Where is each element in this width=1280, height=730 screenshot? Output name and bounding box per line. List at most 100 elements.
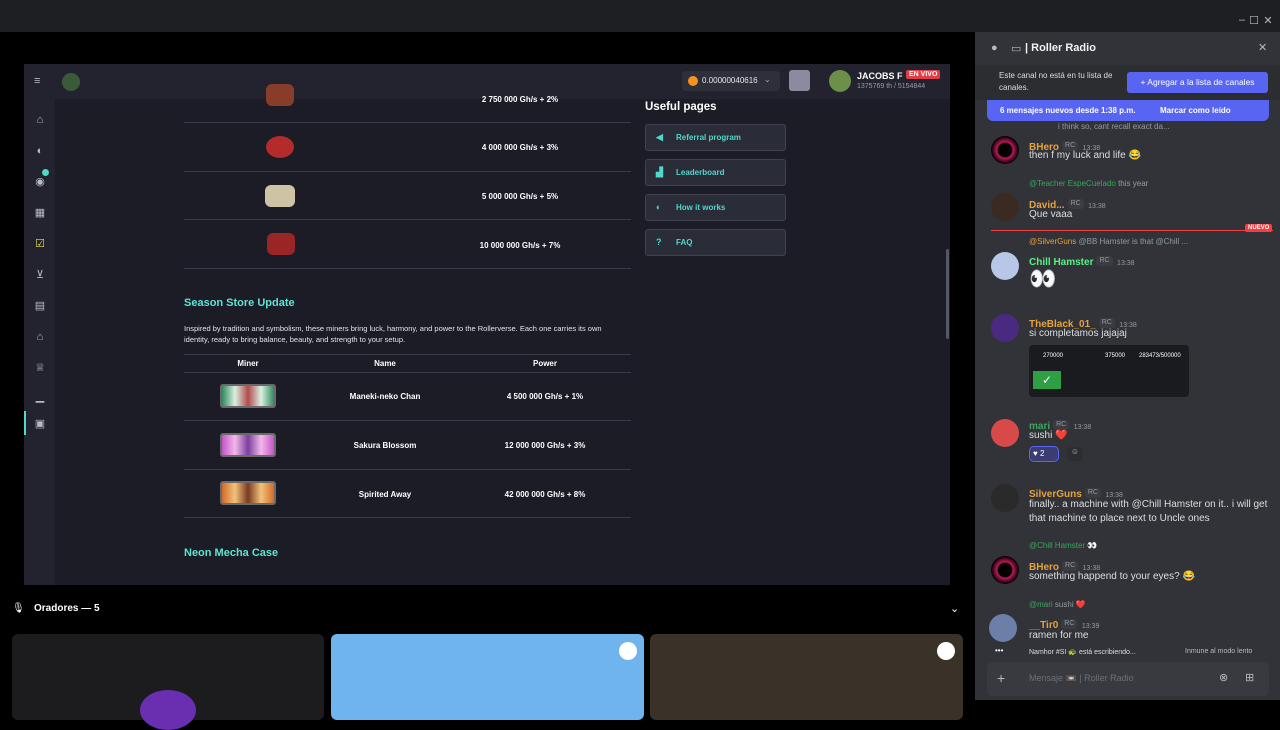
question-icon: ? xyxy=(656,237,662,247)
wallet-button[interactable] xyxy=(789,70,810,91)
plus-icon[interactable]: + xyxy=(997,670,1005,686)
speaker-tile[interactable] xyxy=(650,634,963,720)
miner-power: 12 000 000 Gh/s + 3% xyxy=(504,441,586,450)
avatar[interactable] xyxy=(991,252,1019,280)
balance-value: 0.00000040616 xyxy=(702,76,758,85)
volume-icon[interactable] xyxy=(937,642,955,660)
speakers-label: Oradores — 5 xyxy=(34,603,100,614)
reply-author[interactable]: @Chill Hamster xyxy=(1029,541,1085,550)
miner-power: 2 750 000 Gh/s + 2% xyxy=(481,95,559,104)
reaction-count: 2 xyxy=(1039,449,1045,458)
user-name: JACOBS F xyxy=(857,71,903,81)
miner-image xyxy=(267,233,295,255)
miner-power: 4 500 000 Gh/s + 1% xyxy=(506,392,584,401)
image-stat: 283473/500000 xyxy=(1139,353,1181,359)
speaker-avatar xyxy=(140,690,196,730)
miner-image xyxy=(220,384,276,408)
tasks-icon[interactable]: ☑ xyxy=(32,237,48,251)
header-divider xyxy=(184,354,631,355)
chat-bubble-icon: ● xyxy=(991,42,998,54)
miner-power: 4 000 000 Gh/s + 3% xyxy=(481,143,559,152)
reply-text: this year xyxy=(1118,179,1149,188)
rollercoin-logo[interactable] xyxy=(62,73,80,91)
timestamp: 13:38 xyxy=(1073,424,1092,431)
avatar[interactable] xyxy=(991,484,1019,512)
avatar[interactable] xyxy=(991,193,1019,221)
storage-icon[interactable]: ▤ xyxy=(32,299,48,313)
reaction-heart[interactable]: ♥ 2 xyxy=(1029,446,1059,462)
factory-icon[interactable]: ▁ xyxy=(32,390,48,404)
home-icon[interactable]: ⌂ xyxy=(32,113,48,127)
apps-icon[interactable]: ⊞ xyxy=(1245,671,1254,684)
app-header: ≡ 0.00000040616 ⌄ JACOBS F EN VIVO 13757… xyxy=(24,64,950,99)
user-avatar[interactable] xyxy=(829,70,851,92)
menu-icon[interactable]: ≡ xyxy=(34,75,40,87)
new-badge: NUEVO xyxy=(1245,224,1273,232)
message-box[interactable]: + Mensaje 📼 | Roller Radio ⊗ ⊞ xyxy=(987,662,1269,696)
link-label: FAQ xyxy=(676,238,693,247)
reply-text: sushi ❤️ xyxy=(1054,600,1086,609)
speaker-tile[interactable] xyxy=(12,634,324,730)
avatar[interactable] xyxy=(989,614,1017,642)
avatar[interactable] xyxy=(991,136,1019,164)
channel-icon: ▭ xyxy=(1011,43,1022,55)
faq-link[interactable]: ? FAQ xyxy=(645,229,786,256)
chevron-down-icon: ⌄ xyxy=(764,75,771,84)
bank-icon[interactable]: ⌂ xyxy=(32,330,48,344)
news-icon[interactable]: ▣ xyxy=(32,417,48,431)
miner-image xyxy=(266,136,294,158)
channel-title: | Roller Radio xyxy=(1025,42,1096,54)
add-reaction-icon[interactable]: ☺ xyxy=(1067,447,1083,461)
reply-author[interactable]: @mari xyxy=(1029,600,1053,609)
gamepad-icon[interactable]: ◐ xyxy=(32,144,48,158)
cart-icon[interactable]: ⊻ xyxy=(32,268,48,282)
volume-icon[interactable] xyxy=(619,642,637,660)
header-divider xyxy=(184,372,631,373)
message-input[interactable]: Mensaje 📼 | Roller Radio xyxy=(1029,673,1134,684)
new-messages-text: 6 mensajes nuevos desde 1:38 p.m. xyxy=(1000,106,1136,115)
add-channel-button[interactable]: + Agregar a la lista de canales xyxy=(1127,72,1268,93)
miner-power: 42 000 000 Gh/s + 8% xyxy=(504,490,586,499)
miner-power: 5 000 000 Gh/s + 5% xyxy=(481,192,559,201)
row-divider xyxy=(184,420,631,421)
reply-preview: @mari sushi ❤️ xyxy=(1029,600,1086,609)
reply-author[interactable]: @Teacher EspeCuelado xyxy=(1029,179,1116,188)
miner-image xyxy=(220,433,276,457)
balance-selector[interactable]: 0.00000040616 ⌄ xyxy=(682,71,780,91)
calendar-icon[interactable]: ▦ xyxy=(32,206,48,220)
check-icon: ✓ xyxy=(1033,371,1061,389)
row-divider xyxy=(184,122,631,123)
reply-author[interactable]: @SilverGuns xyxy=(1029,237,1076,246)
reply-text: @BB Hamster is that @Chill ... xyxy=(1078,237,1189,246)
podium-icon: ▟ xyxy=(656,167,663,177)
chevron-down-icon[interactable]: ⌄ xyxy=(950,602,959,615)
miner-image xyxy=(266,84,294,106)
image-stat: 375000 xyxy=(1105,353,1126,359)
trophy-icon[interactable]: ♕ xyxy=(32,361,48,375)
how-it-works-link[interactable]: ◐ How it works xyxy=(645,194,786,221)
scrollbar[interactable] xyxy=(946,249,949,339)
notice-text: Este canal no está en tu lista de canale… xyxy=(999,71,1113,92)
close-icon[interactable]: ✕ xyxy=(1258,41,1267,54)
speaker-tile[interactable] xyxy=(331,634,644,720)
rc-badge: RC xyxy=(1053,419,1070,430)
mark-read-button[interactable]: Marcar como leído xyxy=(1160,106,1231,115)
message-image[interactable]: 270000 375000 283473/500000 ✓ xyxy=(1029,345,1189,397)
col-header-miner: Miner xyxy=(237,359,259,368)
close-window-button[interactable]: ✕ xyxy=(1258,14,1278,27)
slowmode-label: Inmune al modo lento xyxy=(1185,648,1253,655)
reply-preview: @Chill Hamster 👀 xyxy=(1029,541,1097,550)
message-text: then f my luck and life 😂 xyxy=(1029,150,1141,161)
gift-icon[interactable]: ⊗ xyxy=(1219,671,1228,684)
leaderboard-link[interactable]: ▟ Leaderboard xyxy=(645,159,786,186)
row-divider xyxy=(184,171,631,172)
referral-link[interactable]: ◀ Referral program xyxy=(645,124,786,151)
new-messages-bar[interactable]: 6 mensajes nuevos desde 1:38 p.m. Marcar… xyxy=(987,100,1269,121)
row-divider xyxy=(184,219,631,220)
miners-icon[interactable]: ◉ xyxy=(32,175,48,189)
avatar[interactable] xyxy=(991,314,1019,342)
avatar[interactable] xyxy=(991,419,1019,447)
avatar[interactable] xyxy=(991,556,1019,584)
reply-preview: @Teacher EspeCuelado this year xyxy=(1029,179,1148,188)
typing-indicator: Namhor #SI 🐢 está escribiendo... xyxy=(1029,649,1136,656)
